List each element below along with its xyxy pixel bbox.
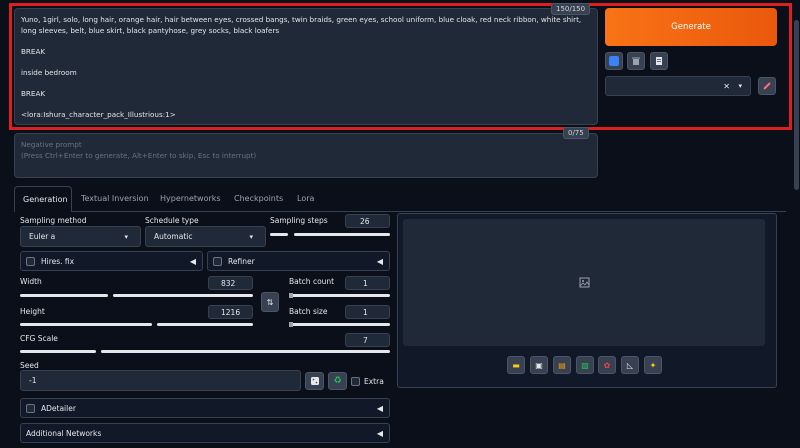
negative-token-counter: 0/75 <box>563 127 589 139</box>
refiner-accordion[interactable]: Refiner ◀ <box>207 251 390 271</box>
seed-label: Seed <box>20 361 39 370</box>
sampling-steps-slider-left[interactable] <box>270 233 288 236</box>
sparkles-icon: ✦ <box>649 360 657 370</box>
batch-count-label: Batch count <box>289 277 335 286</box>
extra-label: Extra <box>364 377 384 386</box>
random-seed-button[interactable] <box>305 372 324 390</box>
batch-count-slider[interactable] <box>289 293 390 298</box>
tab-lora[interactable]: Lora <box>297 194 314 203</box>
reuse-seed-button[interactable]: ♻ <box>328 372 347 390</box>
clipboard-icon <box>656 57 662 65</box>
chevron-down-icon: ▾ <box>124 232 128 241</box>
open-folder-button[interactable]: ▬ <box>507 356 525 374</box>
generate-button[interactable]: Generate <box>605 8 777 46</box>
tab-divider <box>72 211 786 212</box>
sampling-steps-slider[interactable] <box>294 233 390 236</box>
cfg-scale-input[interactable]: 7 <box>345 333 390 347</box>
negative-prompt-textarea[interactable]: Negative prompt (Press Ctrl+Enter to gen… <box>14 133 598 178</box>
batch-size-label: Batch size <box>289 307 328 316</box>
prompt-textarea[interactable]: Yuno, 1girl, solo, long hair, orange hai… <box>14 8 598 125</box>
send-to-extras-button[interactable]: ◺ <box>621 356 639 374</box>
slider-thumb[interactable] <box>289 322 293 327</box>
clear-icon[interactable]: ✕ <box>723 82 730 91</box>
sampling-method-label: Sampling method <box>20 216 87 225</box>
send-to-img2img-button[interactable]: ▧ <box>576 356 594 374</box>
send-to-inpaint-button[interactable]: ✿ <box>598 356 616 374</box>
sparkle-button[interactable]: ✦ <box>644 356 662 374</box>
schedule-type-label: Schedule type <box>145 216 199 225</box>
sampling-steps-label: Sampling steps <box>270 216 328 225</box>
schedule-type-select[interactable]: Automatic ▾ <box>145 226 266 247</box>
image-placeholder-icon <box>579 277 589 288</box>
caret-left-icon: ◀ <box>189 256 196 266</box>
caret-left-icon: ◀ <box>376 403 383 413</box>
save-button[interactable]: ▣ <box>530 356 548 374</box>
adetailer-label: ADetailer <box>41 403 76 413</box>
adetailer-checkbox[interactable] <box>26 403 35 413</box>
arrow-icon <box>609 56 619 66</box>
clear-prompt-button[interactable] <box>627 52 645 70</box>
refiner-checkbox[interactable] <box>213 256 222 266</box>
trash-icon <box>632 57 640 65</box>
height-slider-left[interactable] <box>20 323 152 326</box>
palette-icon: ✿ <box>603 360 611 370</box>
additional-networks-label: Additional Networks <box>26 428 102 438</box>
cfg-scale-slider-left[interactable] <box>20 350 96 353</box>
batch-size-slider[interactable] <box>289 322 390 327</box>
batch-size-input[interactable]: 1 <box>345 305 390 319</box>
seed-input[interactable]: -1 <box>20 370 301 391</box>
sampling-method-select[interactable]: Euler a ▾ <box>20 226 141 247</box>
height-input[interactable]: 1216 <box>208 305 253 319</box>
refiner-label: Refiner <box>228 256 255 266</box>
hires-fix-accordion[interactable]: Hires. fix ◀ <box>20 251 203 271</box>
tab-checkpoints[interactable]: Checkpoints <box>234 194 283 203</box>
scrollbar[interactable] <box>793 0 800 448</box>
batch-count-input[interactable]: 1 <box>345 276 390 290</box>
tab-generation[interactable]: Generation <box>14 186 72 212</box>
chevron-down-icon: ▾ <box>249 232 253 241</box>
sampling-steps-input[interactable]: 26 <box>345 214 390 228</box>
zip-button[interactable]: ▤ <box>553 356 571 374</box>
slider-thumb[interactable] <box>289 293 293 298</box>
brush-icon <box>763 82 771 90</box>
scrollbar-thumb[interactable] <box>794 20 799 190</box>
prompt-token-counter: 150/150 <box>551 3 591 15</box>
additional-networks-accordion[interactable]: Additional Networks ◀ <box>20 423 390 443</box>
dice-icon <box>310 377 319 385</box>
save-icon: ▣ <box>535 360 543 370</box>
width-slider[interactable] <box>113 294 253 297</box>
chevron-down-icon: ▾ <box>738 82 742 90</box>
sampling-method-value: Euler a <box>29 232 56 241</box>
paste-params-button[interactable] <box>605 52 623 70</box>
extra-checkbox[interactable] <box>351 377 360 386</box>
styles-button[interactable] <box>650 52 668 70</box>
cfg-scale-slider[interactable] <box>101 350 390 353</box>
caret-left-icon: ◀ <box>376 256 383 266</box>
height-label: Height <box>20 307 45 316</box>
cfg-scale-label: CFG Scale <box>20 334 58 343</box>
adetailer-accordion[interactable]: ADetailer ◀ <box>20 398 390 418</box>
tab-hypernetworks[interactable]: Hypernetworks <box>160 194 221 203</box>
schedule-type-value: Automatic <box>154 232 193 241</box>
swap-arrows-icon: ⇅ <box>266 297 274 307</box>
edit-styles-button[interactable] <box>758 77 776 95</box>
ruler-icon: ◺ <box>626 360 634 370</box>
tab-textual-inversion[interactable]: Textual Inversion <box>81 194 149 203</box>
width-input[interactable]: 832 <box>208 276 253 290</box>
hires-fix-label: Hires. fix <box>41 256 75 266</box>
recycle-icon: ♻ <box>333 376 342 386</box>
caret-left-icon: ◀ <box>376 428 383 438</box>
width-slider-left[interactable] <box>20 294 108 297</box>
folder-icon: ▬ <box>512 360 520 370</box>
styles-dropdown[interactable]: ✕ ▾ <box>605 76 751 96</box>
height-slider[interactable] <box>157 323 253 326</box>
width-label: Width <box>20 277 42 286</box>
image-preview-area[interactable] <box>403 219 765 346</box>
picture-icon: ▧ <box>581 360 589 370</box>
swap-dimensions-button[interactable]: ⇅ <box>261 292 279 312</box>
archive-icon: ▤ <box>558 360 566 370</box>
hires-fix-checkbox[interactable] <box>26 256 35 266</box>
